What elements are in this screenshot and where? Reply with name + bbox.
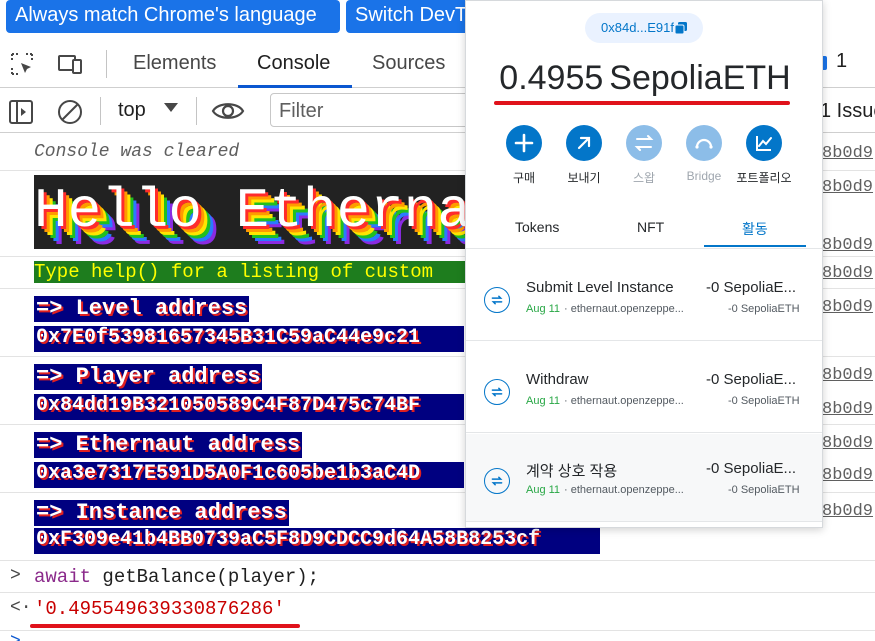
chart-icon: [756, 136, 772, 151]
transaction-origin: · ethernaut.openzeppe...: [564, 303, 684, 315]
active-tab-indicator: [238, 85, 352, 88]
ethernaut-address-label: => Ethernaut address: [34, 432, 303, 458]
transaction-item[interactable]: Submit Level Instance Aug 11 · ethernaut…: [466, 253, 822, 341]
interaction-icon: [484, 468, 510, 494]
hello-ethernaut-text: Hello Ethernaut: [34, 179, 474, 243]
return-value-arrow-icon: <·: [10, 598, 32, 618]
tab-elements[interactable]: Elements: [133, 52, 216, 75]
source-link[interactable]: 8b0d9: [822, 178, 873, 197]
source-link[interactable]: 8b0d9: [822, 298, 873, 317]
chevron-down-icon[interactable]: [164, 103, 178, 112]
issues-badge-count[interactable]: 1: [836, 50, 847, 73]
source-link[interactable]: 8b0d9: [822, 144, 873, 163]
inspect-element-icon[interactable]: [8, 50, 36, 78]
transaction-origin: · ethernaut.openzeppe...: [564, 395, 684, 407]
tab-nft[interactable]: NFT: [637, 219, 664, 235]
live-expression-eye-icon[interactable]: [210, 97, 246, 125]
command-text: getBalance(player);: [91, 566, 320, 588]
always-match-language-button[interactable]: Always match Chrome's language: [6, 0, 340, 33]
instance-address-label: => Instance address: [34, 500, 289, 526]
send-arrow-icon: [577, 136, 591, 150]
transaction-origin: · ethernaut.openzeppe...: [564, 484, 684, 496]
bridge-icon: [695, 138, 713, 149]
balance-amount: 0.4955: [499, 59, 604, 97]
wallet-actions: 구매 보내기 스왑 Bridge 포트폴리오: [466, 125, 822, 189]
toolbar-divider: [196, 97, 197, 125]
plus-icon: [514, 133, 534, 153]
transaction-amount: -0 SepoliaE...: [706, 460, 797, 477]
source-link[interactable]: 8b0d9: [822, 236, 873, 255]
console-cleared-message: Console was cleared: [34, 142, 240, 162]
help-message: Type help() for a listing of custom: [34, 261, 474, 283]
source-link[interactable]: 8b0d9: [822, 466, 873, 485]
source-link[interactable]: 8b0d9: [822, 502, 873, 521]
help-message-text: Type help() for a listing of custom: [34, 261, 434, 283]
toolbar-divider: [100, 97, 101, 125]
balance-currency: SepoliaETH: [609, 59, 791, 97]
context-selector[interactable]: top: [118, 99, 146, 122]
wallet-popup: 0x84d...E91f 0.4955SepoliaETH 구매 보내기 스왑: [465, 0, 823, 528]
wallet-balance: 0.4955 SepoliaETH: [466, 59, 822, 98]
level-address-label: => Level address: [34, 296, 250, 322]
sidebar-toggle-icon[interactable]: [8, 99, 34, 125]
swap-icon: [634, 135, 654, 151]
transaction-date: Aug 11: [526, 303, 561, 315]
transaction-title: Submit Level Instance: [526, 279, 674, 296]
source-link[interactable]: 8b0d9: [822, 264, 873, 283]
instance-address-value: 0xF309e41b4BB0739aC5F8D9CDCC9d64A58B8253…: [34, 528, 600, 554]
tab-tokens[interactable]: Tokens: [515, 219, 559, 235]
source-link[interactable]: 8b0d9: [822, 400, 873, 419]
player-address-value: 0x84dd19B321050589C4F87D475c74BF: [34, 394, 464, 420]
transaction-item[interactable]: Withdraw Aug 11 · ethernaut.openzeppe...…: [466, 345, 822, 433]
transaction-date: Aug 11: [526, 395, 561, 407]
command-keyword: await: [34, 566, 92, 588]
console-command: await getBalance(player);: [34, 566, 319, 588]
issues-count[interactable]: 1 Issue: [820, 100, 875, 123]
console-result: '0.495549639330876286': [34, 598, 285, 620]
console-input-prompt-icon[interactable]: >: [10, 632, 21, 641]
input-prompt-chevron-icon: >: [10, 566, 21, 586]
clear-console-icon[interactable]: [56, 98, 84, 126]
result-red-underline: [30, 624, 300, 628]
row-divider: [0, 630, 875, 631]
filter-input[interactable]: Filter: [270, 93, 470, 127]
transaction-amount: -0 SepoliaE...: [706, 279, 797, 296]
account-address-pill[interactable]: 0x84d...E91f: [585, 13, 703, 43]
active-wallet-tab-indicator: [704, 245, 806, 247]
copy-icon[interactable]: [675, 22, 687, 34]
interaction-icon: [484, 379, 510, 405]
transaction-date: Aug 11: [526, 484, 561, 496]
device-toolbar-icon[interactable]: [56, 50, 84, 78]
tab-console[interactable]: Console: [257, 52, 330, 75]
tab-sources[interactable]: Sources: [372, 52, 445, 75]
source-link[interactable]: 8b0d9: [822, 366, 873, 385]
transaction-amount-sub: -0 SepoliaETH: [728, 303, 800, 315]
transaction-title: 계약 상호 작용: [526, 463, 618, 480]
row-divider: [0, 560, 875, 561]
transaction-item[interactable]: 계약 상호 작용 Aug 11 · ethernaut.openzeppe...…: [466, 434, 822, 522]
toolbar-divider: [106, 50, 107, 78]
portfolio-button[interactable]: 포트폴리오: [729, 125, 799, 186]
transaction-amount: -0 SepoliaE...: [706, 371, 797, 388]
transaction-title: Withdraw: [526, 371, 589, 388]
tab-activity[interactable]: 활동: [742, 219, 768, 239]
level-address-value: 0x7E0f53981657345B31C59aC44e9c21: [34, 326, 464, 352]
hello-ethernaut-banner: Hello Ethernaut: [34, 175, 474, 249]
source-link[interactable]: 8b0d9: [822, 434, 873, 453]
transaction-amount-sub: -0 SepoliaETH: [728, 395, 800, 407]
balance-red-underline: [494, 101, 790, 105]
row-divider: [0, 592, 875, 593]
portfolio-label: 포트폴리오: [736, 171, 792, 185]
wallet-tabs: Tokens NFT 활동: [466, 215, 822, 249]
ethernaut-address-value: 0xa3e7317E591D5A0F1c605be1b3aC4D: [34, 462, 464, 488]
player-address-label: => Player address: [34, 364, 263, 390]
interaction-icon: [484, 287, 510, 313]
tab-divider: [466, 248, 822, 249]
transaction-amount-sub: -0 SepoliaETH: [728, 484, 800, 496]
account-address: 0x84d...E91f: [601, 20, 674, 35]
